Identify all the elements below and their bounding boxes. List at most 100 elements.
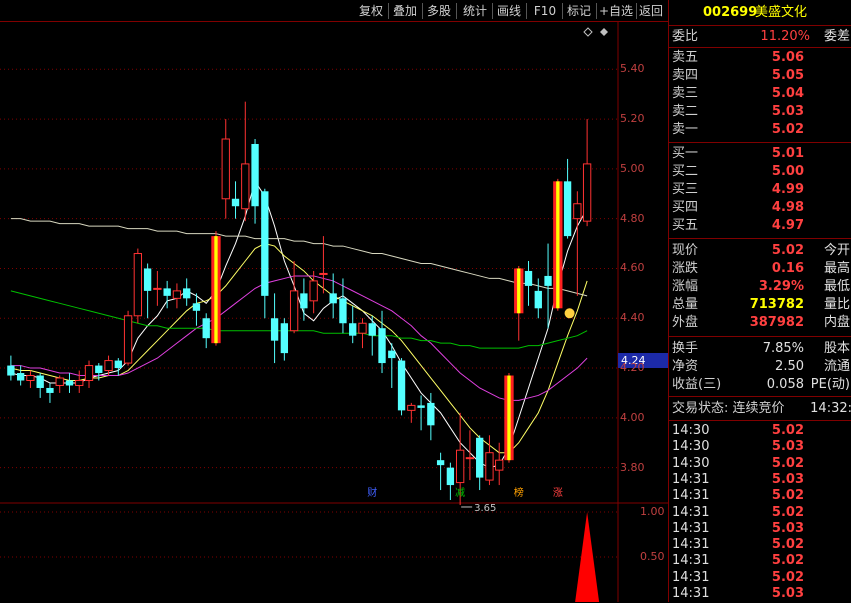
kline-svg[interactable]: 3.65 bbox=[0, 22, 668, 602]
ask-price: 5.02 bbox=[771, 122, 804, 137]
candle-up bbox=[573, 203, 582, 220]
bid-label: 买一 bbox=[672, 146, 699, 161]
candle-down bbox=[349, 323, 357, 336]
money-bag-icon[interactable] bbox=[564, 308, 575, 319]
candle-down bbox=[7, 365, 15, 376]
price-tick-label: 5.40 bbox=[620, 62, 645, 76]
candle-up bbox=[465, 457, 475, 460]
toolbar-button-6[interactable]: 标记 bbox=[564, 2, 594, 20]
candle-down bbox=[427, 402, 435, 426]
toolbar-button-3[interactable]: 统计 bbox=[460, 2, 490, 20]
stat-row: 总量 713782 量比 bbox=[669, 296, 851, 314]
ask-price: 5.05 bbox=[771, 68, 804, 83]
bid-label: 买二 bbox=[672, 164, 699, 179]
ma-line-4 bbox=[10, 218, 588, 297]
toolbar-button-7[interactable]: +自选 bbox=[598, 2, 634, 20]
weicha-label: 委差 bbox=[823, 29, 850, 44]
price-tick-label: 4.20 bbox=[620, 361, 645, 375]
bid-row: 买五 4.97 bbox=[669, 217, 851, 235]
candle-down bbox=[65, 380, 74, 386]
toolbar-separator bbox=[422, 3, 423, 19]
bid-row: 买四 4.98 bbox=[669, 199, 851, 217]
stat-value: 387982 bbox=[749, 315, 804, 330]
toolbar-button-5[interactable]: F10 bbox=[530, 2, 560, 20]
candle-down bbox=[417, 405, 425, 408]
chart-toolbar: 复权 叠加 多股 统计 画线 F10 标记 +自选 返回 bbox=[0, 0, 668, 22]
candle-down bbox=[534, 290, 542, 309]
tick-row: 14:31 5.02 bbox=[669, 569, 851, 587]
toolbar-button-2[interactable]: 多股 bbox=[424, 2, 454, 20]
stat2-label: 换手 bbox=[672, 341, 699, 356]
price-tick-label: 4.00 bbox=[620, 410, 645, 424]
limit-up-candle-body bbox=[517, 268, 521, 314]
panel-divider bbox=[669, 25, 851, 26]
tick-time: 14:31 bbox=[672, 569, 710, 585]
candle-down bbox=[270, 318, 279, 341]
toolbar-separator bbox=[492, 3, 493, 19]
stat-value: 0.16 bbox=[771, 261, 804, 276]
candle-up bbox=[289, 290, 299, 332]
candle-down bbox=[251, 143, 259, 207]
candle-down bbox=[16, 373, 25, 381]
price-tick-label: 3.80 bbox=[620, 460, 645, 474]
event-badge[interactable]: 财 bbox=[365, 487, 379, 501]
candle-down bbox=[300, 293, 308, 309]
candle-up bbox=[133, 253, 143, 317]
candle-down bbox=[378, 328, 386, 364]
trade-status-label: 交易状态: 连续竞价 bbox=[672, 401, 785, 416]
ask-row: 卖一 5.02 bbox=[669, 121, 851, 139]
stat2-label: 收益(三) bbox=[672, 377, 722, 392]
stat2-value: 0.058 bbox=[766, 377, 804, 392]
tick-row: 14:31 5.03 bbox=[669, 585, 851, 603]
tick-price: 5.02 bbox=[771, 488, 804, 504]
candle-down bbox=[397, 360, 406, 411]
trade-status-time: 14:32: bbox=[810, 401, 851, 416]
stat-label: 外盘 bbox=[672, 315, 699, 330]
tick-time: 14:30 bbox=[672, 455, 710, 471]
indicator-spike bbox=[575, 512, 600, 602]
tick-time: 14:31 bbox=[672, 537, 710, 553]
stock-title: 002699 美盛文化 bbox=[669, 4, 851, 22]
stat-row: 涨跌 0.16 最高 bbox=[669, 260, 851, 278]
candle-up bbox=[485, 452, 494, 481]
tick-price: 5.02 bbox=[771, 504, 804, 520]
stat-right-label: 最高 bbox=[823, 261, 850, 276]
ask-label: 卖四 bbox=[672, 68, 699, 83]
bid-price: 4.98 bbox=[771, 200, 804, 215]
stat-right-label: 今开 bbox=[823, 243, 850, 258]
tick-time: 14:31 bbox=[672, 471, 710, 487]
toolbar-button-0[interactable]: 复权 bbox=[356, 2, 386, 20]
kline-chart[interactable]: 3.65 4.24 5.40 5.20 5.00 4.80 4.60 4.40 4.20 4.… bbox=[0, 22, 668, 602]
limit-up-candle-body bbox=[556, 181, 560, 309]
candle-down bbox=[446, 467, 455, 486]
limit-up-candle-body bbox=[214, 236, 218, 344]
event-badge[interactable]: 涨 bbox=[551, 487, 565, 501]
event-badge[interactable]: 榜 bbox=[512, 487, 526, 501]
limit-up-candle-body bbox=[507, 375, 511, 461]
bid-row: 买二 5.00 bbox=[669, 163, 851, 181]
toolbar-button-1[interactable]: 叠加 bbox=[390, 2, 420, 20]
candle-up bbox=[221, 138, 230, 200]
diamond-icon[interactable] bbox=[600, 28, 608, 36]
candle-down bbox=[329, 293, 337, 304]
candle-down bbox=[231, 198, 240, 207]
stat-label: 涨幅 bbox=[672, 279, 699, 294]
tick-time: 14:31 bbox=[672, 553, 710, 569]
stat2-label: 净资 bbox=[672, 359, 699, 374]
stat-right-label: 量比 bbox=[823, 297, 850, 312]
ma-line-2 bbox=[10, 275, 588, 401]
toolbar-separator bbox=[596, 3, 597, 19]
tick-price: 5.02 bbox=[771, 553, 804, 569]
candle-down bbox=[114, 360, 122, 369]
stat-label: 现价 bbox=[672, 243, 699, 258]
event-badge[interactable]: 减 bbox=[453, 487, 467, 501]
candle-down bbox=[280, 323, 289, 354]
price-tick-label: 4.60 bbox=[620, 261, 645, 275]
tick-price: 5.02 bbox=[771, 423, 804, 438]
price-tick-label: 5.00 bbox=[620, 161, 645, 175]
panel-divider bbox=[669, 142, 851, 143]
toolbar-button-8[interactable]: 返回 bbox=[636, 2, 666, 20]
candle-up bbox=[84, 365, 94, 381]
diamond-icon[interactable] bbox=[583, 27, 593, 37]
toolbar-button-4[interactable]: 画线 bbox=[494, 2, 524, 20]
